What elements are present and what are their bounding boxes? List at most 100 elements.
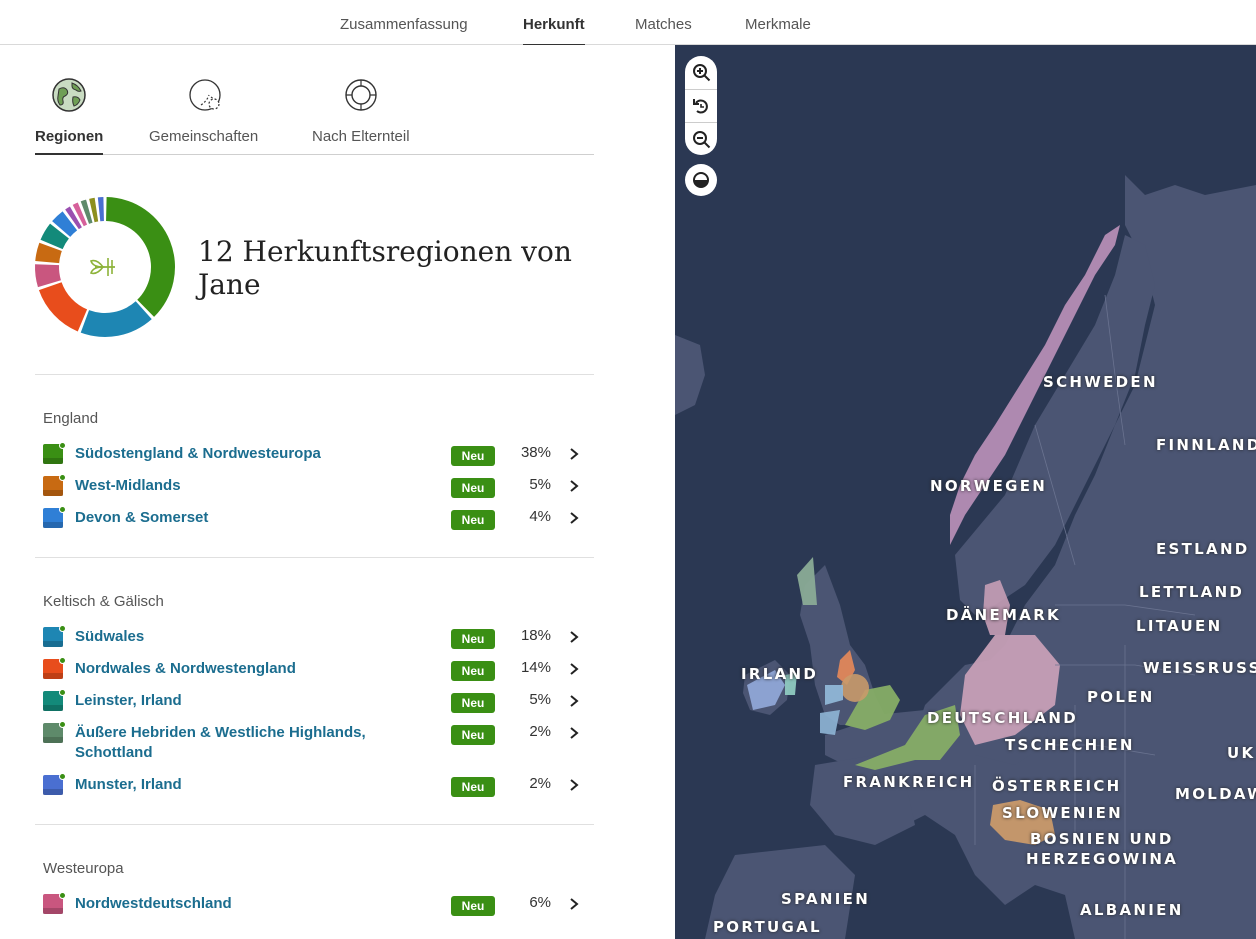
subtab-label: Nach Elternteil [312, 128, 410, 145]
map-label: SPANIEN [781, 890, 871, 908]
subtab-label: Regionen [35, 128, 104, 145]
chevron-right-icon[interactable] [567, 477, 581, 495]
region-color-swatch [43, 689, 66, 711]
list-item[interactable]: Devon & Somerset Neu 4% [43, 506, 588, 530]
region-name[interactable]: Munster, Irland [75, 775, 405, 795]
parent-icon [345, 79, 377, 111]
map-label: LITAUEN [1136, 617, 1223, 635]
reset-icon [693, 99, 708, 114]
chevron-right-icon[interactable] [567, 509, 581, 527]
region-color-swatch [43, 657, 66, 679]
chevron-right-icon[interactable] [567, 628, 581, 646]
region-color-swatch [43, 773, 66, 795]
map-label: SCHWEDEN [1043, 373, 1158, 391]
region-hebrides-highlight [797, 557, 817, 605]
zoom-in-icon [693, 64, 711, 82]
map-label: MOLDAW [1175, 785, 1256, 803]
leaf-icon [89, 258, 115, 276]
donut-segment [34, 264, 61, 288]
list-item[interactable]: Munster, Irland Neu 2% [43, 773, 588, 797]
group-title-england: England [43, 410, 99, 427]
region-percent: 6% [529, 894, 551, 911]
subtab-active-indicator [35, 153, 103, 155]
tab-herkunft[interactable]: Herkunft [523, 16, 585, 46]
region-percent: 38% [520, 444, 551, 461]
map-label: LETTLAND [1139, 583, 1245, 601]
top-navigation: Zusammenfassung Herkunft Matches Merkmal… [0, 0, 1256, 46]
region-color-swatch [43, 474, 66, 496]
list-item[interactable]: Leinster, Irland Neu 5% [43, 689, 588, 713]
map-label: NORWEGEN [930, 477, 1048, 495]
communities-icon [189, 79, 221, 111]
tab-zusammenfassung[interactable]: Zusammenfassung [340, 16, 468, 44]
zoom-out-button[interactable] [685, 122, 717, 155]
region-name[interactable]: Äußere Hebriden & Westliche Highlands, S… [75, 723, 405, 763]
map-label: POLEN [1087, 688, 1155, 706]
region-percent: 2% [529, 775, 551, 792]
list-item[interactable]: Südwales Neu 18% [43, 625, 588, 649]
chevron-right-icon[interactable] [567, 724, 581, 742]
zoom-controls [685, 56, 717, 155]
subtab-divider [35, 154, 594, 155]
tab-matches[interactable]: Matches [635, 16, 692, 44]
contrast-icon [693, 172, 709, 188]
region-percent: 2% [529, 723, 551, 740]
region-name[interactable]: Südostengland & Nordwesteuropa [75, 444, 405, 464]
new-badge: Neu [451, 661, 495, 681]
list-item[interactable]: West-Midlands Neu 5% [43, 474, 588, 498]
list-item[interactable]: Nordwestdeutschland Neu 6% [43, 892, 588, 916]
donut-segment [38, 282, 88, 332]
group-title-keltisch: Keltisch & Gälisch [43, 593, 164, 610]
new-badge: Neu [451, 510, 495, 530]
region-name[interactable]: Leinster, Irland [75, 691, 405, 711]
region-name[interactable]: Nordwestdeutschland [75, 894, 405, 914]
region-color-swatch [43, 506, 66, 528]
new-badge: Neu [451, 629, 495, 649]
region-percent: 5% [529, 691, 551, 708]
region-color-swatch [43, 892, 66, 914]
map-label: BOSNIEN UND [1030, 830, 1174, 848]
map-label: DÄNEMARK [946, 606, 1061, 624]
map-label: ÖSTERREICH [992, 777, 1122, 795]
subtab-label: Gemeinschaften [149, 128, 259, 145]
chevron-right-icon[interactable] [567, 895, 581, 913]
page-title: 12 Herkunftsregionen von Jane [198, 235, 572, 301]
map-label: FINNLAND [1156, 436, 1256, 454]
chevron-right-icon[interactable] [567, 692, 581, 710]
region-name[interactable]: West-Midlands [75, 476, 405, 496]
chevron-right-icon[interactable] [567, 660, 581, 678]
chevron-right-icon[interactable] [567, 776, 581, 794]
section-divider [35, 557, 594, 558]
region-name[interactable]: Devon & Somerset [75, 508, 405, 528]
list-item[interactable]: Südostengland & Nordwesteuropa Neu 38% [43, 442, 588, 466]
map-label: FRANKREICH [843, 773, 975, 791]
region-color-swatch [43, 625, 66, 647]
reset-button[interactable] [685, 89, 717, 122]
map-label: PORTUGAL [713, 918, 822, 936]
donut-segment [97, 197, 104, 222]
map-label: DEUTSCHLAND [927, 709, 1078, 727]
new-badge: Neu [451, 478, 495, 498]
section-divider [35, 374, 594, 375]
new-badge: Neu [451, 725, 495, 745]
region-percent: 18% [520, 627, 551, 644]
ethnicity-map[interactable]: SCHWEDEN FINNLAND NORWEGEN ESTLAND LETTL… [675, 45, 1256, 939]
donut-segment [106, 197, 176, 317]
map-label: HERZEGOWINA [1026, 850, 1179, 868]
region-west-midlands-highlight [841, 674, 869, 702]
list-item[interactable]: Nordwales & Nordwestengland Neu 14% [43, 657, 588, 681]
list-item[interactable]: Äußere Hebriden & Westliche Highlands, S… [43, 721, 588, 765]
section-divider [35, 824, 594, 825]
globe-icon [52, 78, 86, 112]
region-name[interactable]: Nordwales & Nordwestengland [75, 659, 405, 679]
new-badge: Neu [451, 446, 495, 466]
zoom-in-button[interactable] [685, 56, 717, 89]
map-label: SLOWENIEN [1002, 804, 1124, 822]
chevron-right-icon[interactable] [567, 445, 581, 463]
contrast-button[interactable] [685, 164, 717, 196]
region-name[interactable]: Südwales [75, 627, 405, 647]
tab-merkmale[interactable]: Merkmale [745, 16, 811, 44]
map-label: UK [1227, 744, 1256, 762]
region-percent: 5% [529, 476, 551, 493]
regions-panel: Regionen Gemeinschaften Nach Elternteil … [0, 45, 675, 939]
